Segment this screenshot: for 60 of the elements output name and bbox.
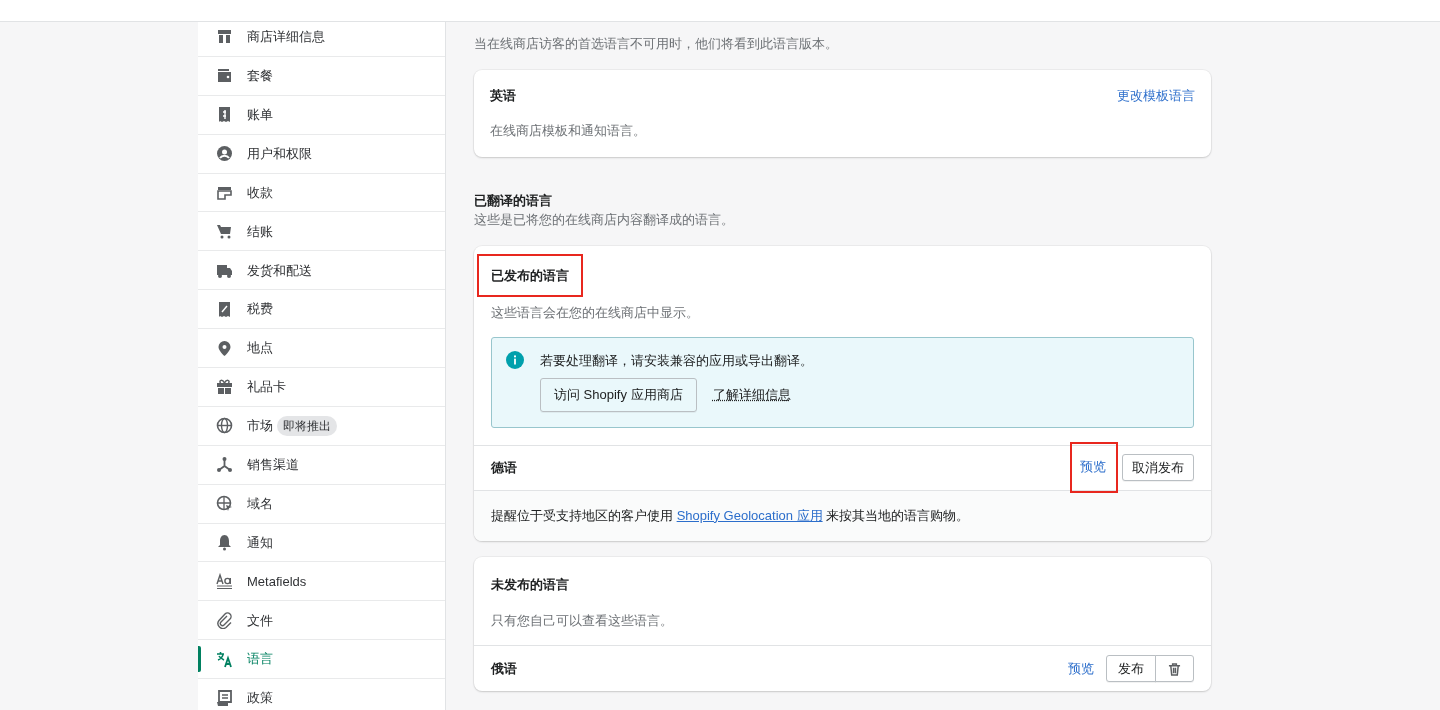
delete-button[interactable] (1155, 654, 1194, 683)
sidebar-item[interactable]: 发货和配送 (198, 251, 445, 291)
sidebar-item[interactable]: 商店详细信息 (198, 18, 445, 57)
trash-icon (1168, 662, 1181, 676)
language-name: 英语 (490, 86, 516, 105)
location-pin-icon (216, 339, 233, 357)
section-description: 当在线商店访客的首选语言不可用时，他们将看到此语言版本。 (474, 35, 839, 53)
globe-icon (216, 417, 233, 435)
sidebar-item[interactable]: 政策 (198, 679, 445, 710)
policy-icon (216, 689, 233, 707)
geolocation-app-link[interactable]: Shopify Geolocation 应用 (676, 507, 823, 523)
sidebar-item[interactable]: 域名 (198, 484, 445, 524)
sidebar-item[interactable]: 市场 即将推出 (198, 406, 445, 446)
store-icon (216, 28, 233, 46)
cart-icon (216, 222, 233, 240)
globe-cursor-icon (216, 495, 233, 513)
language-name: 德语 (491, 458, 517, 477)
sidebar-item[interactable]: 地点 (198, 329, 445, 368)
preview-link[interactable]: 预览 (1068, 660, 1094, 676)
learn-more-link[interactable]: 了解详细信息 (712, 385, 791, 405)
sidebar-item[interactable]: 收款 (198, 173, 445, 213)
user-icon (216, 145, 233, 163)
status-badge: 即将推出 (277, 415, 337, 436)
text-style-icon (216, 572, 233, 590)
change-theme-language-link[interactable]: 更改模板语言 (1117, 85, 1195, 105)
card-title: 已发布的语言 (491, 267, 569, 283)
card-title: 未发布的语言 (491, 576, 570, 594)
bell-icon (216, 534, 233, 551)
sidebar-item[interactable]: 结账 (198, 212, 445, 252)
sidebar-item[interactable]: 语言 (198, 640, 445, 680)
translate-icon (216, 650, 233, 668)
receipt-icon (216, 106, 233, 124)
card-icon (216, 184, 233, 201)
info-icon (506, 350, 524, 369)
sidebar-item[interactable]: 销售渠道 (198, 445, 445, 485)
sidebar-item[interactable]: 礼品卡 (198, 368, 445, 407)
sidebar-item[interactable]: 账单 (198, 95, 445, 135)
preview-link[interactable]: 预览 (1080, 459, 1106, 475)
sidebar-item[interactable]: 用户和权限 (198, 134, 445, 174)
section-title: 已翻译的语言 (474, 191, 553, 210)
banner-message: 若要处理翻译，请安装兼容的应用或导出翻译。 (540, 351, 813, 370)
wallet-icon (216, 67, 233, 85)
card-description: 在线商店模板和通知语言。 (490, 122, 647, 140)
sidebar-item[interactable]: 通知 (198, 523, 445, 563)
publish-button[interactable]: 发布 (1106, 654, 1156, 683)
sidebar-item[interactable]: Metafields (198, 562, 445, 602)
section-description: 这些是已将您的在线商店内容翻译成的语言。 (474, 211, 735, 229)
language-name: 俄语 (491, 659, 517, 678)
unpublish-button[interactable]: 取消发布 (1122, 453, 1194, 482)
card-description: 这些语言会在您的在线商店中显示。 (491, 304, 700, 322)
network-icon (216, 456, 233, 474)
sidebar-item[interactable]: 套餐 (198, 56, 445, 96)
paperclip-icon (216, 611, 233, 629)
sidebar-item[interactable]: 文件 (198, 601, 445, 641)
card-note: 提醒位于受支持地区的客户使用 Shopify Geolocation 应用 来按其当地的语言购物。 (491, 506, 971, 525)
card-description: 只有您自己可以查看这些语言。 (491, 611, 674, 630)
tax-icon (216, 300, 233, 318)
sidebar-item[interactable]: 税费 (198, 290, 445, 330)
visit-app-store-button[interactable]: 访问 Shopify 应用商店 (540, 378, 697, 412)
gift-icon (216, 378, 233, 396)
